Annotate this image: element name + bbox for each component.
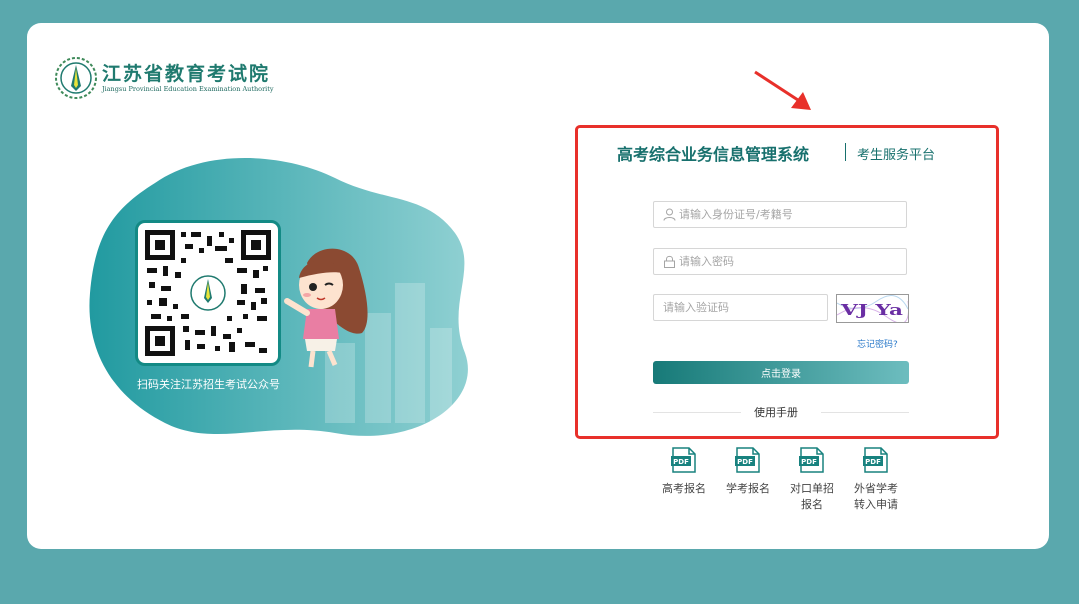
divider-left bbox=[653, 412, 741, 413]
pdf-icon: PDF bbox=[863, 447, 888, 473]
download-label: 对口单招 bbox=[790, 482, 834, 495]
download-duikou-registration[interactable]: PDF 对口单招 报名 bbox=[777, 447, 847, 513]
pdf-icon: PDF bbox=[799, 447, 824, 473]
download-label: 学考报名 bbox=[726, 482, 770, 495]
pdf-icon-label: PDF bbox=[737, 458, 753, 466]
download-label-line2: 报名 bbox=[801, 498, 823, 511]
logo-title: 江苏省教育考试院 bbox=[102, 62, 271, 85]
login-card: 江苏省教育考试院 Jiangsu Provincial Education Ex… bbox=[27, 23, 1049, 549]
download-label: 外省学考 bbox=[854, 482, 898, 495]
qr-code bbox=[135, 220, 281, 366]
user-icon bbox=[663, 208, 676, 221]
highlight-box bbox=[575, 125, 999, 439]
title-divider bbox=[845, 143, 846, 161]
arrow-icon bbox=[754, 70, 811, 110]
captcha-text: VJ Ya bbox=[840, 301, 904, 319]
pdf-icon-label: PDF bbox=[673, 458, 689, 466]
pdf-icon: PDF bbox=[671, 447, 696, 473]
captcha-image[interactable]: VJ Ya bbox=[836, 294, 909, 323]
emblem-icon bbox=[55, 57, 97, 99]
logo-subtitle: Jiangsu Provincial Education Examination… bbox=[102, 84, 274, 93]
pdf-icon: PDF bbox=[735, 447, 760, 473]
pdf-icon-label: PDF bbox=[865, 458, 881, 466]
user-manual-link[interactable]: 使用手册 bbox=[754, 404, 798, 420]
cartoon-girl-illustration bbox=[284, 248, 368, 368]
captcha-input[interactable] bbox=[663, 296, 813, 319]
captcha-field[interactable] bbox=[653, 294, 828, 321]
pdf-icon-label: PDF bbox=[801, 458, 817, 466]
download-gaokao-registration[interactable]: PDF 高考报名 bbox=[649, 447, 719, 497]
lock-icon bbox=[664, 255, 675, 268]
login-button[interactable]: 点击登录 bbox=[653, 361, 909, 384]
system-title: 高考综合业务信息管理系统 bbox=[617, 145, 810, 164]
download-label: 高考报名 bbox=[662, 482, 706, 495]
qr-pattern bbox=[145, 230, 271, 356]
forgot-password-link[interactable]: 忘记密码? bbox=[857, 337, 898, 350]
download-transfer-application[interactable]: PDF 外省学考 转入申请 bbox=[841, 447, 911, 513]
id-field[interactable] bbox=[653, 201, 907, 228]
qr-caption: 扫码关注江苏招生考试公众号 bbox=[137, 378, 280, 391]
password-input[interactable] bbox=[679, 250, 889, 273]
password-field[interactable] bbox=[653, 248, 907, 275]
platform-name: 考生服务平台 bbox=[857, 148, 936, 163]
id-input[interactable] bbox=[679, 203, 889, 226]
site-logo[interactable]: 江苏省教育考试院 Jiangsu Provincial Education Ex… bbox=[54, 56, 274, 100]
download-xuekao-registration[interactable]: PDF 学考报名 bbox=[713, 447, 783, 497]
divider-right bbox=[821, 412, 909, 413]
download-label-line2: 转入申请 bbox=[854, 498, 898, 511]
